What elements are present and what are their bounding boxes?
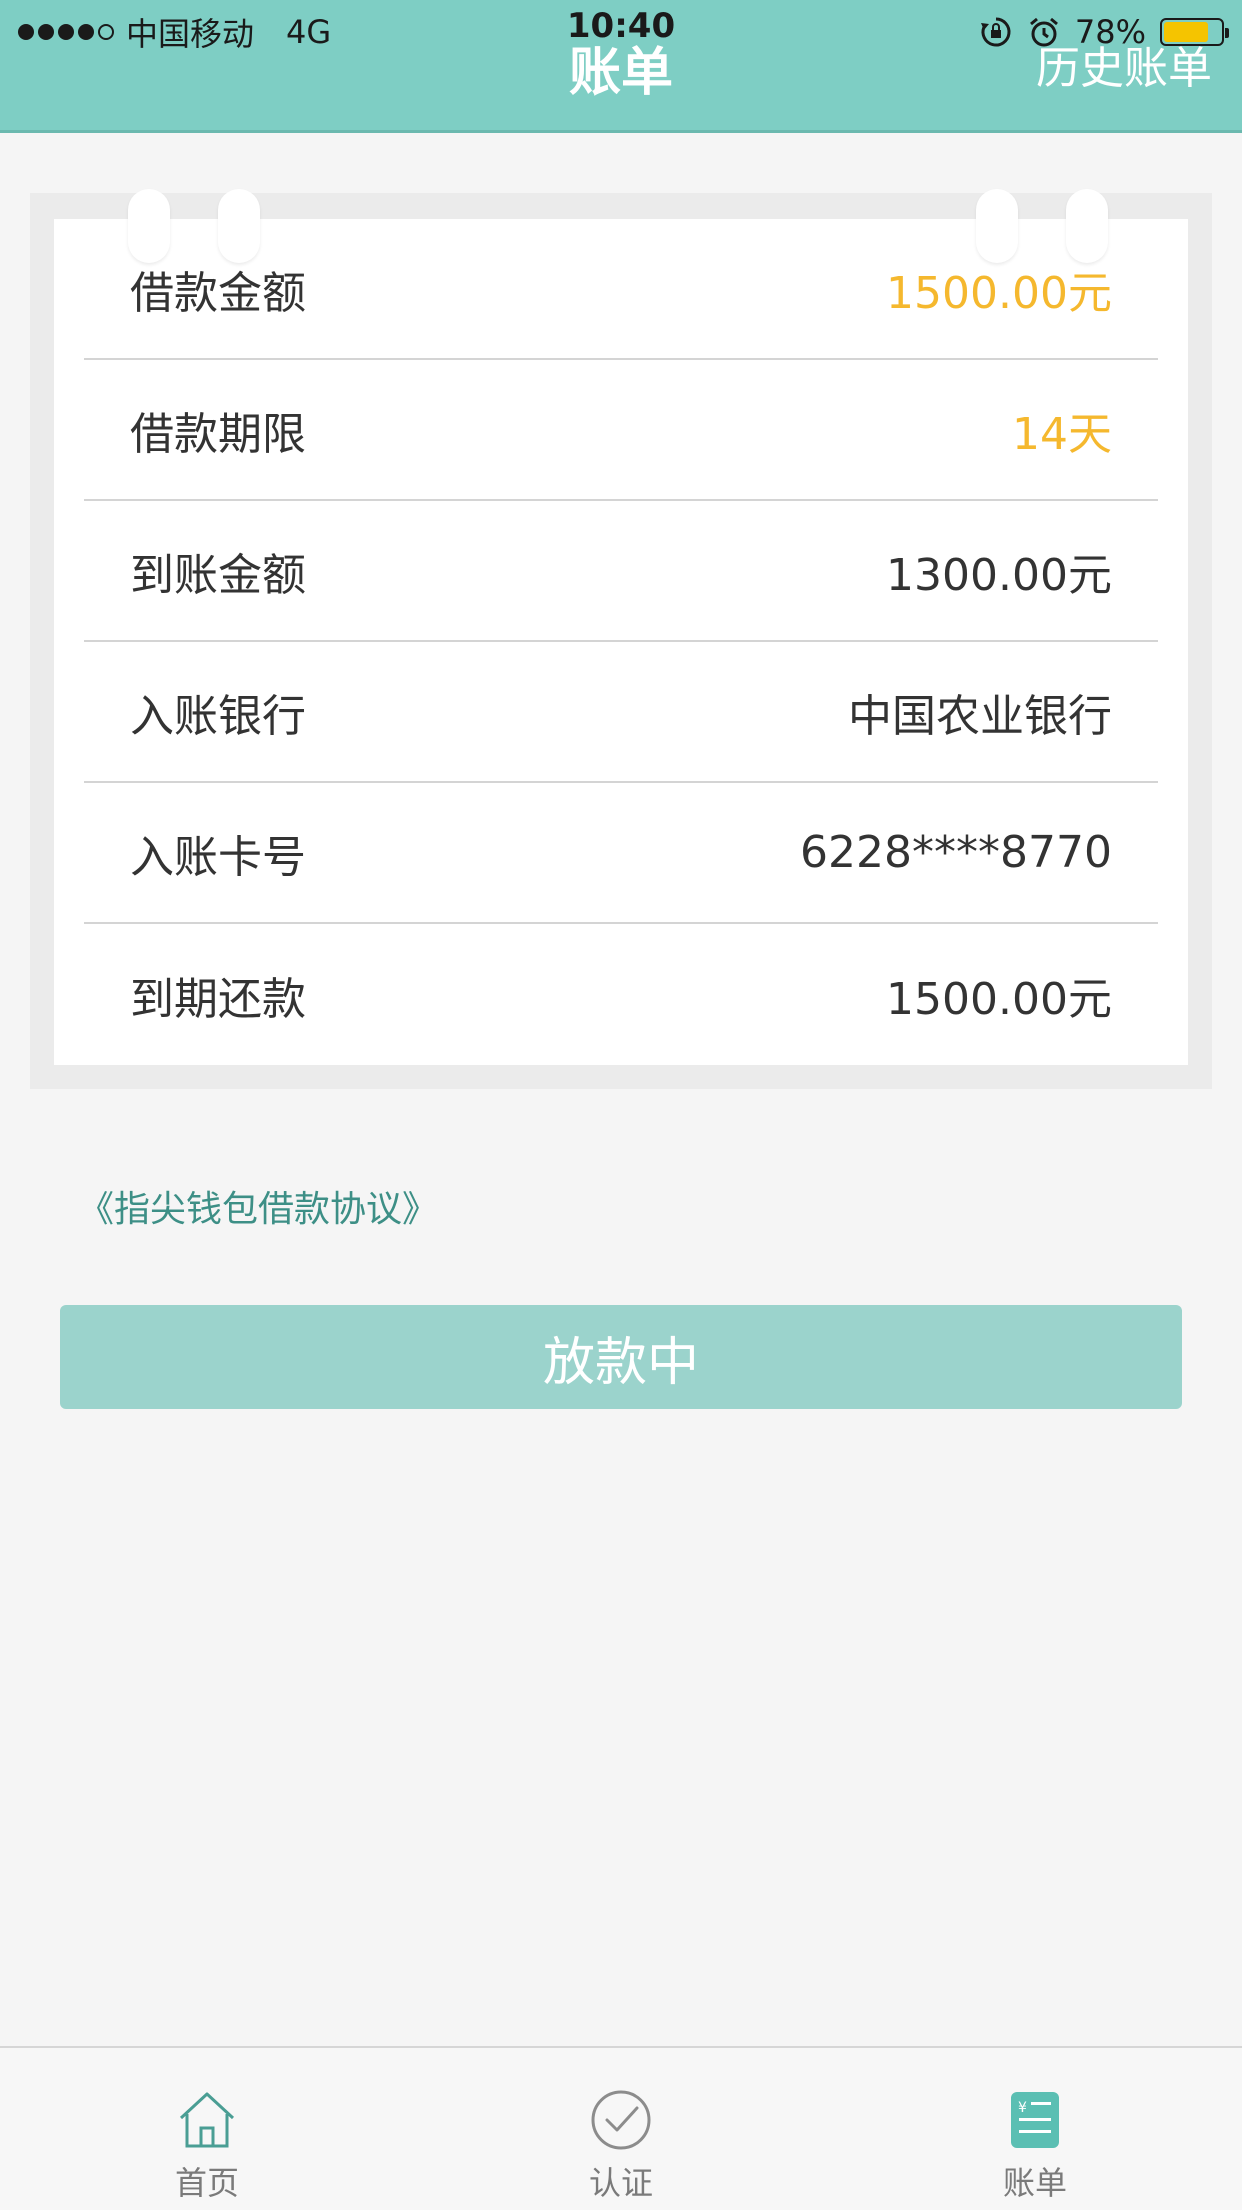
bill-row-received-amount: 到账金额 1300.00元 xyxy=(84,501,1158,642)
tab-home[interactable]: 首页 xyxy=(107,2048,307,2210)
home-icon xyxy=(175,2088,239,2152)
tab-bill[interactable]: ¥ 账单 xyxy=(935,2048,1135,2210)
row-value: 6228****8770 xyxy=(800,827,1112,878)
bill-row-bank: 入账银行 中国农业银行 xyxy=(84,642,1158,783)
bill-card: 借款金额 1500.00元 借款期限 14天 到账金额 1300.00元 入账银… xyxy=(30,189,1212,1089)
row-label: 入账卡号 xyxy=(130,831,306,883)
bill-row-loan-amount: 借款金额 1500.00元 xyxy=(84,219,1158,360)
row-label: 到账金额 xyxy=(130,549,306,601)
row-label: 入账银行 xyxy=(130,690,306,742)
row-label: 借款金额 xyxy=(130,267,306,319)
row-value: 1500.00元 xyxy=(886,973,1112,1025)
loan-agreement-link[interactable]: 《指尖钱包借款协议》 xyxy=(78,1180,438,1232)
row-value: 1500.00元 xyxy=(886,267,1112,319)
tab-label: 认证 xyxy=(588,2164,653,2202)
bill-row-card-number: 入账卡号 6228****8770 xyxy=(84,783,1158,924)
tab-verify[interactable]: 认证 xyxy=(521,2048,721,2210)
bill-row-repayment: 到期还款 1500.00元 xyxy=(84,924,1158,1065)
row-value: 14天 xyxy=(1012,408,1112,460)
svg-text:¥: ¥ xyxy=(1018,2100,1027,2116)
bill-icon: ¥ xyxy=(1003,2088,1067,2152)
row-label: 到期还款 xyxy=(130,973,306,1025)
history-bill-link[interactable]: 历史账单 xyxy=(1036,32,1212,96)
bill-row-loan-term: 借款期限 14天 xyxy=(84,360,1158,501)
tab-label: 账单 xyxy=(1002,2164,1067,2202)
tab-label: 首页 xyxy=(174,2164,239,2202)
row-label: 借款期限 xyxy=(130,408,306,460)
disbursing-button[interactable]: 放款中 xyxy=(60,1305,1182,1409)
header-bar: 中国移动 4G 10:40 78% 账单 历史账单 xyxy=(0,0,1242,133)
bill-paper: 借款金额 1500.00元 借款期限 14天 到账金额 1300.00元 入账银… xyxy=(54,189,1188,1065)
tab-bar: 首页 认证 ¥ 账单 xyxy=(0,2046,1242,2210)
row-value: 1300.00元 xyxy=(886,549,1112,601)
check-circle-icon xyxy=(589,2088,653,2152)
row-value: 中国农业银行 xyxy=(848,690,1112,742)
